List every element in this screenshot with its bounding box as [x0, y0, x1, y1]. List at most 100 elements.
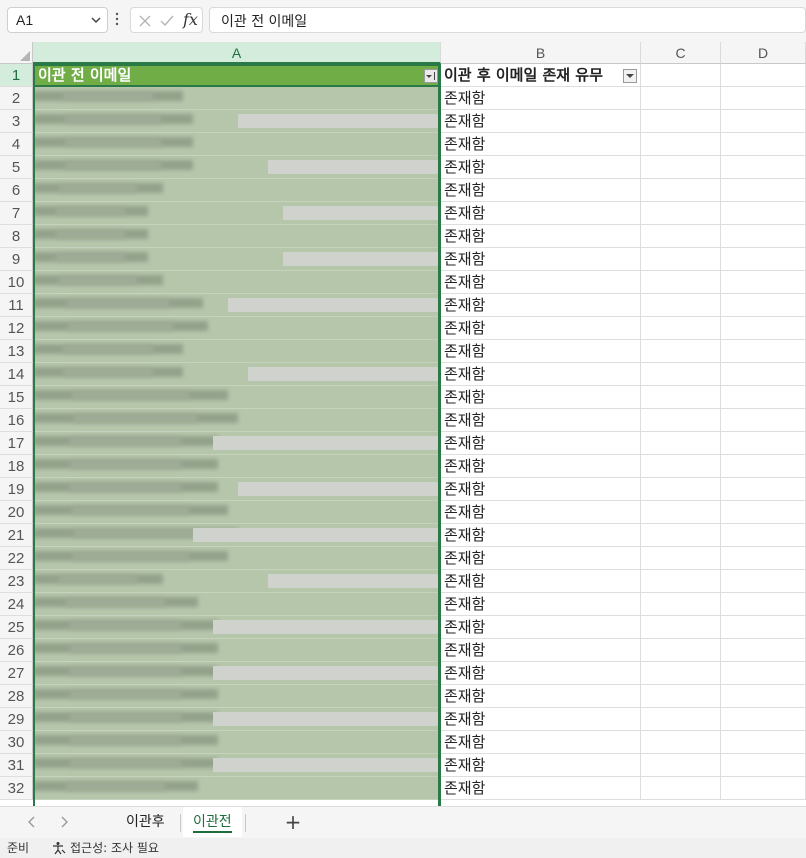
cell-d[interactable] [721, 593, 806, 616]
cell-c[interactable] [641, 455, 721, 478]
cell-a-redacted[interactable] [33, 179, 441, 202]
cell-b-status[interactable]: 존재함 [441, 202, 641, 225]
cell-a-redacted[interactable] [33, 202, 441, 225]
cell-b-status[interactable]: 존재함 [441, 110, 641, 133]
cell-d[interactable] [721, 662, 806, 685]
cell-d[interactable] [721, 294, 806, 317]
cell-b-status[interactable]: 존재함 [441, 271, 641, 294]
cell-c[interactable] [641, 248, 721, 271]
cell-b1[interactable]: 이관 후 이메일 존재 유무 [441, 64, 641, 87]
cell-c[interactable] [641, 593, 721, 616]
row-header[interactable]: 8 [0, 225, 33, 248]
cell-a-redacted[interactable] [33, 225, 441, 248]
insert-function-icon[interactable]: fx [183, 10, 198, 29]
cell-b-status[interactable]: 존재함 [441, 501, 641, 524]
row-header[interactable]: 19 [0, 478, 33, 501]
cell-b-status[interactable]: 존재함 [441, 432, 641, 455]
cell-a-redacted[interactable] [33, 386, 441, 409]
cell-d[interactable] [721, 363, 806, 386]
cell-b-status[interactable]: 존재함 [441, 225, 641, 248]
formula-input[interactable]: 이관 전 이메일 [209, 7, 806, 33]
cell-c[interactable] [641, 432, 721, 455]
cell-a-redacted[interactable] [33, 593, 441, 616]
cell-b-status[interactable]: 존재함 [441, 685, 641, 708]
cell-a-redacted[interactable] [33, 708, 441, 731]
spreadsheet-grid[interactable]: A B C D 1 이관 전 이메일 이관 후 이메일 존재 유무 2 존재함 3 존… [0, 42, 806, 806]
cell-d1[interactable] [721, 64, 806, 87]
cell-b-status[interactable]: 존재함 [441, 409, 641, 432]
row-header[interactable]: 4 [0, 133, 33, 156]
row-header[interactable]: 29 [0, 708, 33, 731]
cell-a-redacted[interactable] [33, 432, 441, 455]
cell-c[interactable] [641, 87, 721, 110]
accessibility-status[interactable]: 접근성: 조사 필요 [70, 838, 159, 858]
cell-a-redacted[interactable] [33, 754, 441, 777]
cell-d[interactable] [721, 731, 806, 754]
cell-a-redacted[interactable] [33, 248, 441, 271]
cell-c[interactable] [641, 133, 721, 156]
cell-b-status[interactable]: 존재함 [441, 708, 641, 731]
cell-a-redacted[interactable] [33, 777, 441, 800]
formula-text[interactable]: 이관 전 이메일 [221, 11, 307, 31]
cell-c[interactable] [641, 478, 721, 501]
cell-a-redacted[interactable] [33, 685, 441, 708]
cell-a-redacted[interactable] [33, 87, 441, 110]
cell-d[interactable] [721, 179, 806, 202]
row-header[interactable]: 14 [0, 363, 33, 386]
cancel-icon[interactable] [137, 13, 153, 29]
cell-c[interactable] [641, 156, 721, 179]
cell-c[interactable] [641, 754, 721, 777]
row-header[interactable]: 15 [0, 386, 33, 409]
select-all-corner[interactable] [0, 42, 33, 64]
cell-d[interactable] [721, 639, 806, 662]
cell-c[interactable] [641, 271, 721, 294]
cell-b-status[interactable]: 존재함 [441, 777, 641, 800]
cell-c[interactable] [641, 547, 721, 570]
cell-a-redacted[interactable] [33, 317, 441, 340]
cell-d[interactable] [721, 271, 806, 294]
cell-c[interactable] [641, 225, 721, 248]
cell-b-status[interactable]: 존재함 [441, 294, 641, 317]
chevron-down-icon[interactable] [89, 13, 103, 27]
cell-d[interactable] [721, 432, 806, 455]
sheet-tab-before[interactable]: 이관전 [183, 807, 242, 837]
cell-d[interactable] [721, 386, 806, 409]
row-header[interactable]: 21 [0, 524, 33, 547]
cell-c[interactable] [641, 202, 721, 225]
cell-c[interactable] [641, 731, 721, 754]
cell-d[interactable] [721, 478, 806, 501]
row-header[interactable]: 7 [0, 202, 33, 225]
cell-d[interactable] [721, 685, 806, 708]
cell-b-status[interactable]: 존재함 [441, 570, 641, 593]
row-header[interactable]: 32 [0, 777, 33, 800]
row-header[interactable]: 5 [0, 156, 33, 179]
row-header[interactable]: 6 [0, 179, 33, 202]
cell-a-redacted[interactable] [33, 110, 441, 133]
row-header[interactable]: 10 [0, 271, 33, 294]
cell-a-redacted[interactable] [33, 478, 441, 501]
cell-a-redacted[interactable] [33, 547, 441, 570]
cell-c[interactable] [641, 501, 721, 524]
cell-c[interactable] [641, 110, 721, 133]
cell-d[interactable] [721, 754, 806, 777]
row-header[interactable]: 13 [0, 340, 33, 363]
check-icon[interactable] [159, 13, 175, 29]
cell-a-redacted[interactable] [33, 524, 441, 547]
row-header[interactable]: 18 [0, 455, 33, 478]
cell-b-status[interactable]: 존재함 [441, 156, 641, 179]
add-sheet-button[interactable]: + [283, 812, 303, 832]
cell-d[interactable] [721, 225, 806, 248]
cell-b-status[interactable]: 존재함 [441, 639, 641, 662]
cell-b-status[interactable]: 존재함 [441, 363, 641, 386]
cell-a-redacted[interactable] [33, 662, 441, 685]
column-header-c[interactable]: C [641, 42, 721, 64]
accessibility-icon[interactable] [52, 841, 66, 855]
filter-sort-icon[interactable] [424, 69, 438, 83]
cell-c[interactable] [641, 363, 721, 386]
row-header[interactable]: 2 [0, 87, 33, 110]
cell-b-status[interactable]: 존재함 [441, 248, 641, 271]
cell-a-redacted[interactable] [33, 501, 441, 524]
cell-b-status[interactable]: 존재함 [441, 478, 641, 501]
cell-c[interactable] [641, 662, 721, 685]
cell-c[interactable] [641, 524, 721, 547]
